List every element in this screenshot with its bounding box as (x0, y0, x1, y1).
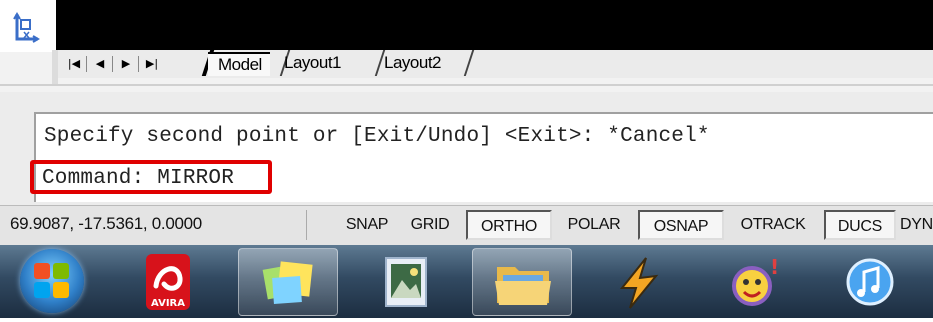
divider (112, 56, 113, 72)
first-tab-button[interactable]: |◀ (64, 54, 84, 74)
grid-toggle[interactable]: GRID (400, 210, 460, 240)
start-orb[interactable] (20, 249, 84, 313)
divider (0, 84, 933, 86)
tab-layout2[interactable]: Layout2 (384, 52, 442, 74)
ducs-toggle[interactable]: DUCS (824, 210, 896, 240)
itunes-taskbar-button[interactable] (820, 248, 920, 316)
tab-layout1[interactable]: Layout1 (284, 52, 342, 74)
flag-quadrant (53, 263, 69, 279)
divider (86, 56, 87, 72)
snap-toggle[interactable]: SNAP (336, 210, 398, 240)
layout-tab-bar: |◀ ◀ ▶ ▶| Model Layout1 Layout2 (58, 50, 933, 78)
file-explorer-taskbar-button[interactable] (472, 248, 572, 316)
tab-divider (463, 50, 475, 76)
itunes-icon (846, 258, 894, 306)
otrack-toggle[interactable]: OTRACK (724, 210, 822, 240)
sticky-notes-icon (262, 261, 313, 304)
file-explorer-icon (495, 267, 551, 305)
status-bar: 69.9087, -17.5361, 0.0000 SNAP GRID ORTH… (0, 205, 933, 246)
ucs-corner (0, 0, 56, 52)
flag-quadrant (34, 263, 50, 279)
flag-quadrant (34, 282, 50, 298)
windows-taskbar: AVIRA ! (0, 245, 933, 318)
winamp-taskbar-button[interactable] (588, 248, 688, 316)
flag-quadrant (53, 282, 69, 298)
ucs-icon (13, 12, 40, 43)
model-space-canvas[interactable] (56, 0, 933, 50)
osnap-toggle[interactable]: OSNAP (638, 210, 724, 240)
tab-model[interactable]: Model (208, 52, 270, 76)
svg-text:!: ! (770, 255, 779, 279)
highlight-box (30, 160, 272, 194)
coordinate-readout: 69.9087, -17.5361, 0.0000 (10, 214, 202, 233)
divider (138, 56, 139, 72)
next-tab-button[interactable]: ▶ (116, 54, 136, 74)
winamp-icon (619, 257, 659, 309)
command-history-line: Specify second point or [Exit/Undo] <Exi… (44, 125, 710, 148)
polar-toggle[interactable]: POLAR (554, 210, 634, 240)
yahoo-messenger-icon: ! (732, 255, 779, 306)
yahoo-messenger-taskbar-button[interactable]: ! (704, 248, 804, 316)
previous-tab-button[interactable]: ◀ (90, 54, 110, 74)
avira-icon: AVIRA (146, 254, 190, 310)
windows-flag-icon (34, 263, 70, 299)
photo-viewer-taskbar-button[interactable] (356, 248, 456, 316)
dyn-toggle[interactable]: DYN (898, 210, 933, 240)
ortho-toggle[interactable]: ORTHO (466, 210, 552, 240)
avira-label: AVIRA (151, 298, 185, 309)
avira-taskbar-button[interactable]: AVIRA (118, 248, 218, 316)
drawing-area[interactable]: |◀ ◀ ▶ ▶| Model Layout1 Layout2 (0, 0, 933, 92)
last-tab-button[interactable]: ▶| (142, 54, 162, 74)
photo-viewer-icon (385, 257, 427, 307)
sticky-notes-taskbar-button[interactable] (238, 248, 338, 316)
